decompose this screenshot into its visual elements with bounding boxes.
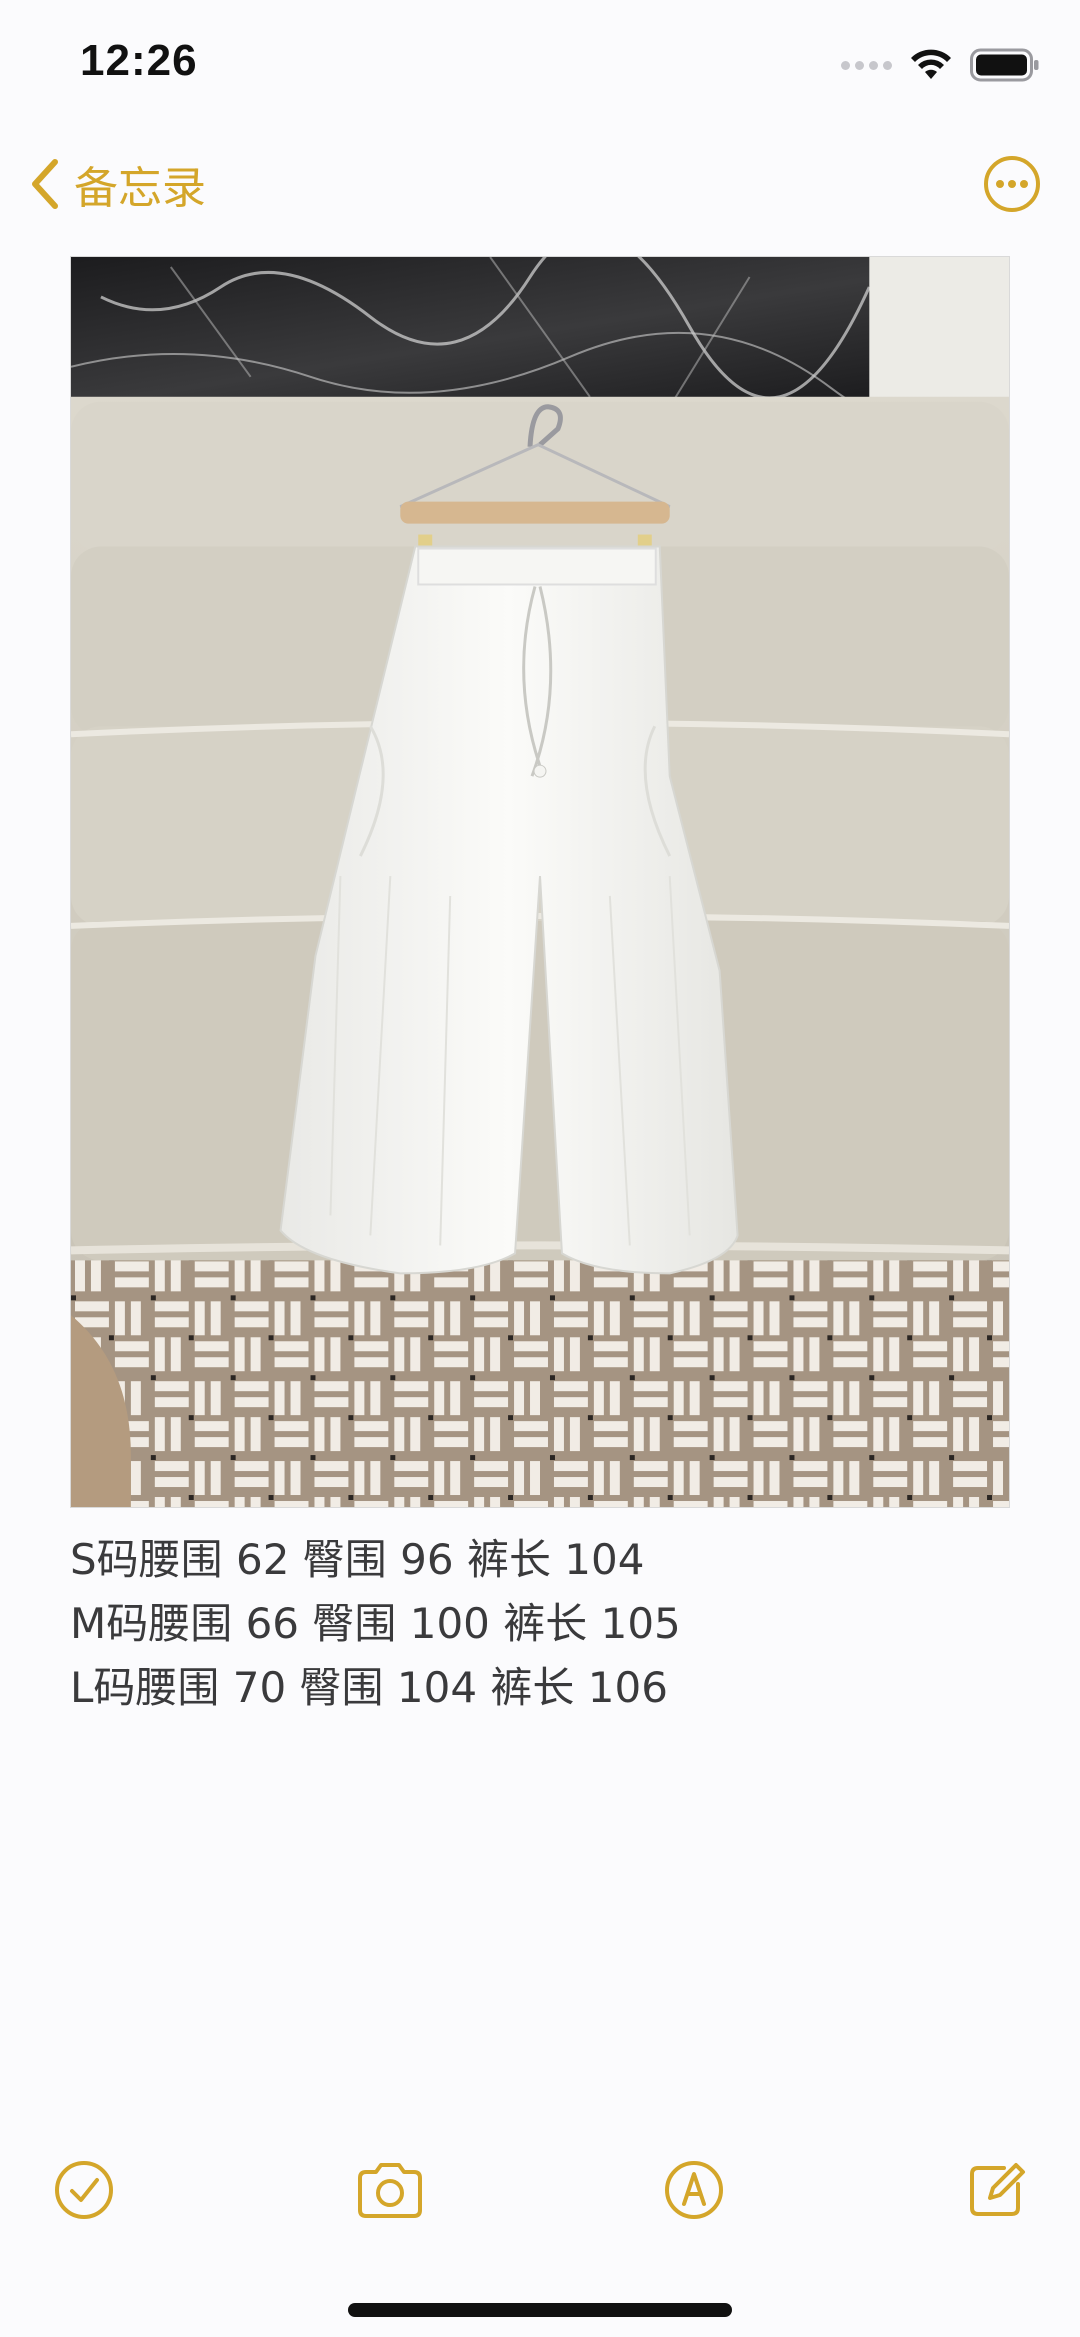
back-label: 备忘录 — [74, 163, 206, 214]
home-indicator[interactable] — [348, 2303, 732, 2317]
chevron-left-icon — [32, 159, 58, 209]
wifi-icon — [911, 49, 951, 79]
note-body[interactable]: S码腰围 62 臀围 96 裤长 104 M码腰围 66 臀围 100 裤长 1… — [70, 1528, 1010, 1720]
camera-icon[interactable] — [354, 2158, 426, 2222]
back-button[interactable]: 备忘录 — [30, 152, 206, 216]
checklist-icon[interactable] — [52, 2158, 116, 2222]
notes-screen: 12:26 备忘录 S码腰围 62 臀围 96 裤长 104 M码腰围 66 臀… — [0, 0, 1080, 2337]
nav-bar: 备忘录 — [0, 140, 1080, 230]
note-line-s[interactable]: S码腰围 62 臀围 96 裤长 104 — [70, 1528, 1010, 1592]
note-image[interactable] — [70, 256, 1010, 1508]
markup-icon[interactable] — [662, 2158, 726, 2222]
status-time: 12:26 — [80, 36, 198, 85]
status-icons — [841, 48, 1040, 82]
note-line-l[interactable]: L码腰围 70 臀围 104 裤长 106 — [70, 1656, 1010, 1720]
bottom-toolbar — [0, 2150, 1080, 2230]
note-line-m[interactable]: M码腰围 66 臀围 100 裤长 105 — [70, 1592, 1010, 1656]
status-bar: 12:26 — [0, 0, 1080, 130]
battery-icon — [970, 48, 1039, 82]
compose-icon[interactable] — [964, 2158, 1028, 2222]
ellipsis-circle-icon[interactable] — [982, 154, 1042, 214]
cellular-signal-icon — [841, 60, 892, 70]
